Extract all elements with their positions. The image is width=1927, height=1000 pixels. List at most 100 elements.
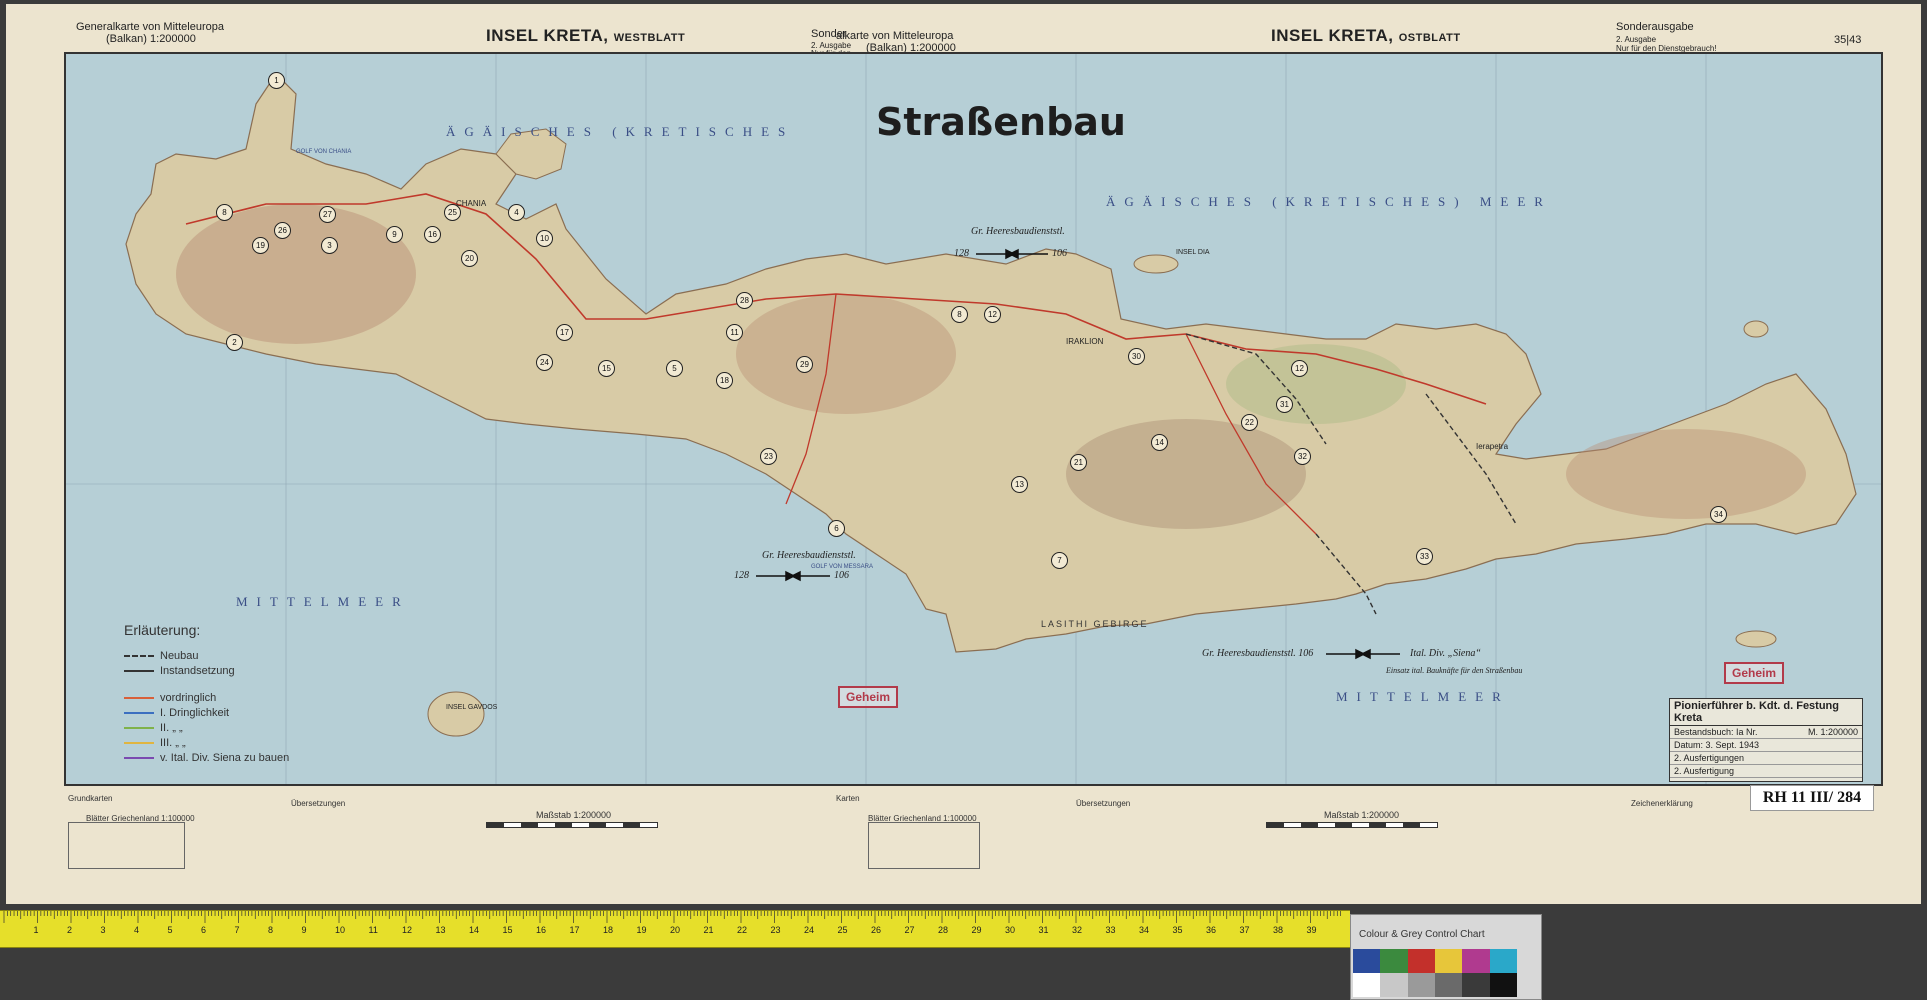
title-east-text: INSEL KRETA, [1271,26,1394,45]
ruler-number: 23 [770,925,781,935]
route-marker: 19 [252,237,269,254]
route-marker: 1 [268,72,285,89]
footer-uebersetzungen-w: Übersetzungen [291,799,346,808]
scale-label-west: (Balkan) 1:200000 [106,33,196,45]
colour-swatch [1435,949,1463,973]
arrow-east-label: Gr. Heeresbaudienststl. 106 [1202,648,1314,659]
ruler-number: 28 [938,925,949,935]
colour-swatch [1489,973,1517,997]
place-ierapetra: Ierapetra [1476,442,1509,451]
route-marker: 11 [726,324,743,341]
route-marker: 8 [951,306,968,323]
info-row: 2. Ausfertigung [1670,765,1862,778]
legend-item: III. „ „ [124,735,364,750]
scale-bar-west [486,822,658,828]
ruler-number: 30 [1005,925,1016,935]
title-ostblatt: INSEL KRETA, OSTBLATT [1271,26,1461,46]
gavdos-island [427,691,485,737]
relief-east [1566,429,1806,519]
crete-landmass [125,73,1857,653]
sea-label-south-west: MITTELMEER [236,594,410,609]
ruler-number: 36 [1206,925,1217,935]
overlay-title: Straßenbau [876,100,1126,144]
ruler-number: 22 [737,925,748,935]
info-row: Datum: 3. Sept. 1943 [1670,739,1862,752]
ruler-number: 7 [234,925,240,935]
ruler-number: 32 [1072,925,1083,935]
legend-item: Neubau [124,648,364,663]
arrow-north-right-num: 106 [1052,248,1067,259]
route-marker: 25 [444,204,461,221]
info-row: Bestandsbuch: Ia Nr. M. 1:200000 [1670,726,1862,739]
title-west-text: INSEL KRETA, [486,26,609,45]
gulf-chania: GOLF VON CHANIA [296,149,352,155]
legend-label: v. Ital. Div. Siena zu bauen [160,751,290,764]
route-marker: 16 [424,226,441,243]
mid-series-b: alkarte von Mitteleuropa [836,30,954,42]
footer-karten: Karten [836,794,860,803]
route-marker: 10 [536,230,553,247]
footer-scale-w: Maßstab 1:200000 [536,810,612,820]
colour-swatch [1407,973,1435,997]
ruler-number: 20 [670,925,681,935]
legend-swatch-blue [124,711,154,714]
ruler-number: 5 [167,925,173,935]
legend-swatch-solid [124,669,154,672]
ruler-number: 33 [1105,925,1116,935]
place-chania: CHANIA [456,199,487,208]
ruler-number: 3 [100,925,106,935]
sea-label-north-west: ÄGÄISCHES (KRETISCHES [446,124,795,139]
relief-west [176,204,416,344]
place-dia: INSEL DIA [1176,249,1210,256]
route-marker: 29 [796,356,813,373]
colour-swatch [1353,973,1381,997]
ruler-number: 13 [435,925,446,935]
map-sheet: Generalkarte von Mitteleuropa (Balkan) 1… [6,4,1921,904]
legend-item: II. „ „ [124,720,364,735]
ruler-number: 9 [301,925,307,935]
sheet-number: 35|43 [1834,34,1862,46]
arrow-east-right-label: Ital. Div. „Siena“ [1410,648,1481,659]
colour-swatches [1353,949,1517,997]
ruler-number: 34 [1139,925,1150,935]
route-marker: 6 [828,520,845,537]
scale-bar-east [1266,822,1438,828]
route-marker: 8 [216,204,233,221]
ruler-number: 10 [335,925,346,935]
ruler-number: 14 [469,925,480,935]
colour-chart-title: Colour & Grey Control Chart [1359,929,1485,940]
ruler-number: 11 [368,925,378,935]
info-row-label: 2. Ausfertigungen [1674,753,1745,763]
colour-control-chart: Colour & Grey Control Chart [1350,914,1542,1000]
dia-island [1133,254,1179,274]
route-marker: 15 [598,360,615,377]
info-row: 2. Ausfertigungen [1670,752,1862,765]
route-marker: 12 [984,306,1001,323]
ruler-number: 12 [402,925,413,935]
legend-label: Neubau [160,649,199,662]
route-marker: 4 [508,204,525,221]
title-westblatt: INSEL KRETA, WESTBLATT [486,26,685,46]
ruler-number: 15 [502,925,513,935]
route-marker: 27 [319,206,336,223]
arrow-south-right-num: 106 [834,570,849,581]
ruler-number: 17 [569,925,580,935]
stamp-geheim-left: Geheim [838,686,899,708]
ruler-number: 21 [703,925,714,935]
legend-swatch-green [124,726,154,729]
info-row-value: M. 1:200000 [1807,727,1858,737]
ruler-number: 2 [67,925,73,935]
ruler-number: 26 [871,925,882,935]
route-marker: 7 [1051,552,1068,569]
route-marker: 24 [536,354,553,371]
ruler-number: 27 [904,925,915,935]
legend-label: III. „ „ [160,736,186,749]
colour-swatch [1353,949,1381,973]
route-marker: 17 [556,324,573,341]
route-marker: 9 [386,226,403,243]
arrow-south [756,570,830,582]
info-row-label: Datum: 3. Sept. 1943 [1674,740,1760,750]
route-marker: 12 [1291,360,1308,377]
route-marker: 28 [736,292,753,309]
ruler-number: 35 [1172,925,1183,935]
